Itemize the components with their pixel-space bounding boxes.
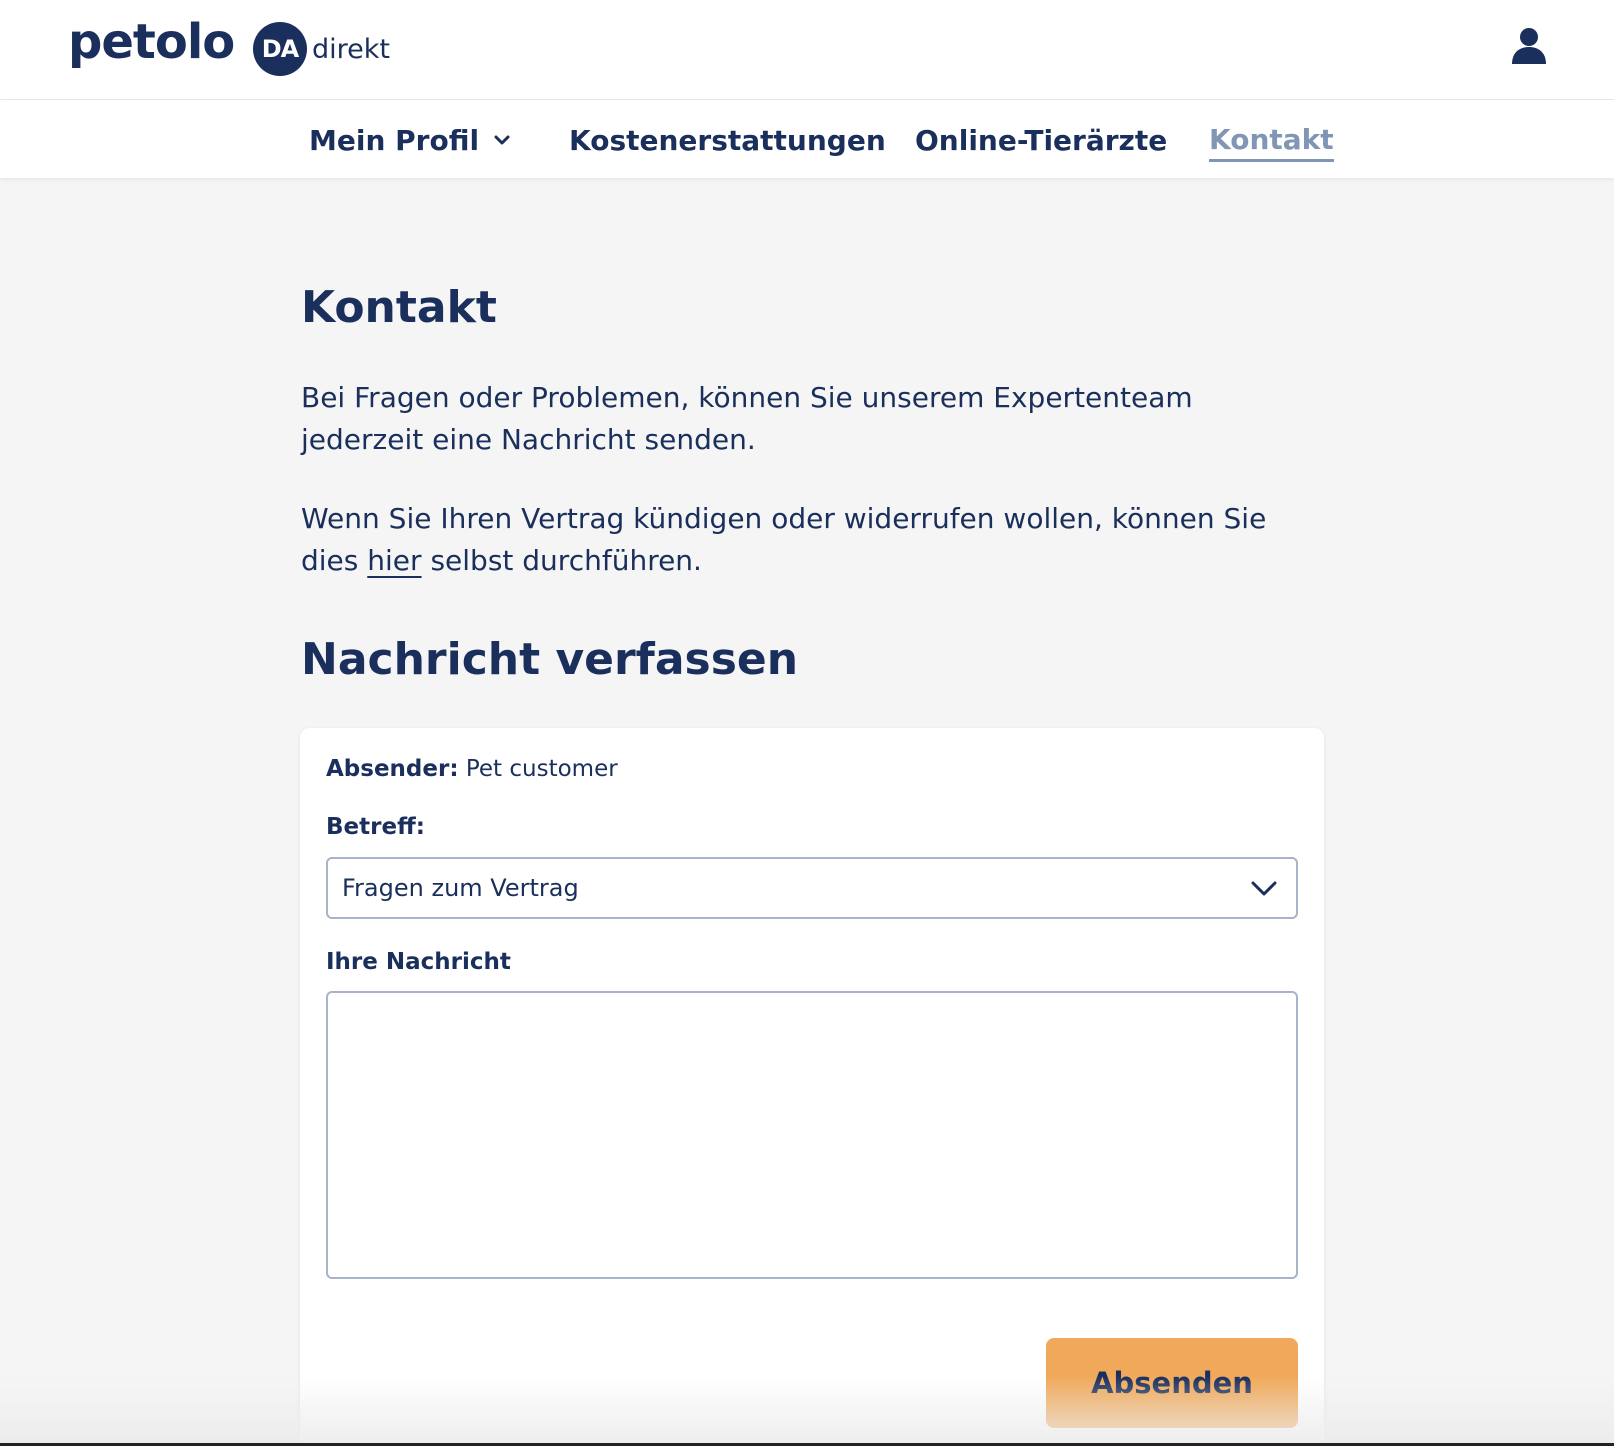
- chevron-down-icon: [494, 135, 510, 145]
- nav-item-kontakt[interactable]: Kontakt: [1209, 120, 1334, 162]
- page-title: Kontakt: [301, 282, 497, 333]
- nav-item-kostenerstattungen[interactable]: Kostenerstattungen: [569, 120, 886, 160]
- user-icon[interactable]: [1510, 26, 1548, 66]
- message-form-card: Absender: Pet customer Betreff: Fragen z…: [300, 728, 1324, 1446]
- cancel-text-after: selbst durchführen.: [421, 544, 702, 577]
- sender-value: Pet customer: [465, 756, 618, 782]
- main-nav: Mein Profil Kostenerstattungen Online-Ti…: [0, 100, 1614, 178]
- da-badge: DA: [253, 22, 307, 76]
- nav-item-online-tieraerzte[interactable]: Online-Tierärzte: [915, 120, 1167, 160]
- petolo-logo[interactable]: petolo: [68, 14, 235, 70]
- subject-select[interactable]: Fragen zum Vertrag: [326, 857, 1298, 919]
- subject-label: Betreff:: [326, 814, 425, 840]
- sender-label: Absender:: [326, 756, 459, 782]
- da-direkt-text: direkt: [312, 33, 390, 65]
- intro-text: Bei Fragen oder Problemen, können Sie un…: [301, 381, 1193, 456]
- section-title: Nachricht verfassen: [301, 634, 799, 685]
- top-header: petolo DA direkt: [0, 0, 1614, 100]
- message-label: Ihre Nachricht: [326, 949, 511, 975]
- cancel-info-text: Wenn Sie Ihren Vertrag kündigen oder wid…: [301, 498, 1321, 582]
- submit-button[interactable]: Absenden: [1046, 1338, 1298, 1428]
- sender-info: Absender: Pet customer: [326, 756, 618, 782]
- message-textarea[interactable]: [326, 991, 1298, 1279]
- chevron-down-icon: [1251, 881, 1277, 896]
- nav-item-mein-profil[interactable]: Mein Profil: [309, 120, 511, 160]
- da-direkt-logo[interactable]: DA direkt: [253, 22, 390, 76]
- nav-item-label: Mein Profil: [309, 123, 480, 157]
- subject-selected-value: Fragen zum Vertrag: [342, 874, 579, 902]
- cancel-link[interactable]: hier: [367, 544, 421, 577]
